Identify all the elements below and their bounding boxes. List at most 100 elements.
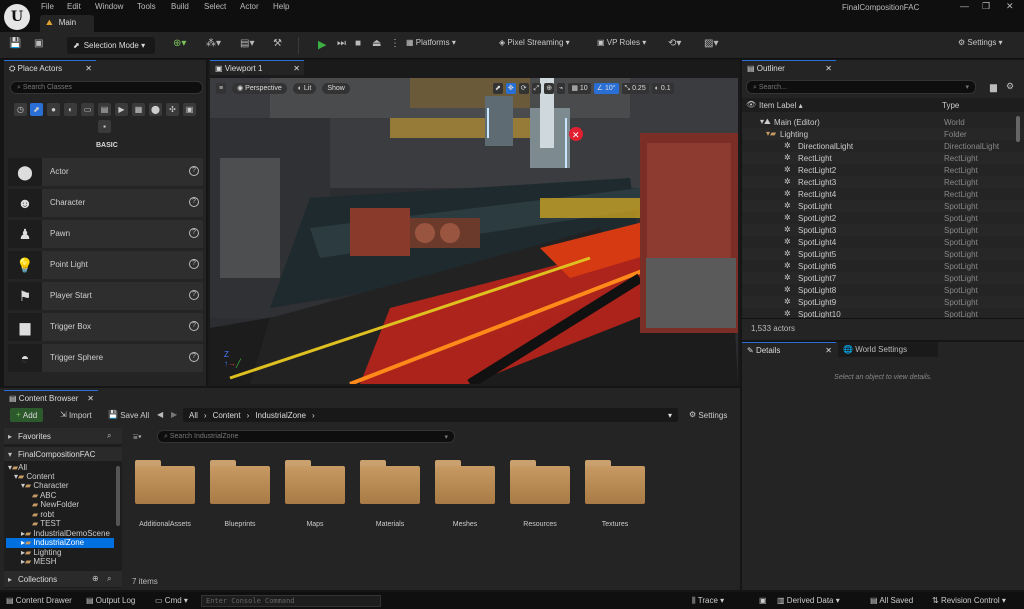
folder-tile[interactable]	[435, 460, 495, 504]
maximize-icon[interactable]: ❐	[982, 1, 990, 12]
perspective-button[interactable]: ◉ Perspective	[232, 82, 287, 94]
close-tab-icon[interactable]: ✕	[293, 64, 300, 73]
breadcrumb-all[interactable]: All	[189, 411, 198, 420]
platforms-button[interactable]: ▦ Platforms ▾	[406, 38, 456, 47]
actor-item-actor[interactable]: ⬤ Actor?	[8, 158, 203, 186]
play-options-icon[interactable]: ⋮	[390, 38, 400, 49]
stop-icon[interactable]: ■	[355, 38, 361, 49]
outliner-row[interactable]: ✲ RectLight3 RectLight	[742, 176, 1024, 188]
menu-actor[interactable]: Actor	[240, 2, 259, 11]
asset-search-input[interactable]: ⌕ Search IndustrialZone ▾	[157, 430, 455, 443]
source-control-icon[interactable]: ▣	[34, 38, 43, 49]
category-cinematic-icon[interactable]: ▭	[81, 103, 94, 116]
category-extra-icon[interactable]: ✣	[166, 103, 179, 116]
tree-item-industrialzone[interactable]: ▸▰ IndustrialZone	[6, 538, 114, 548]
folder-tile[interactable]	[210, 460, 270, 504]
tree-item-mesh[interactable]: ▸▰ MESH	[21, 557, 57, 566]
camera-speed-button[interactable]: ◐ 0.1	[651, 82, 674, 94]
import-button[interactable]: ⇲ Import	[60, 408, 92, 422]
outliner-row[interactable]: ✲ SpotLight6 SpotLight	[742, 260, 1024, 272]
cinematics-icon[interactable]: ▤▾	[240, 38, 254, 49]
outliner-row[interactable]: ✲ SpotLight2 SpotLight	[742, 212, 1024, 224]
outliner-row[interactable]: ✲ SpotLight8 SpotLight	[742, 284, 1024, 296]
folder-tile[interactable]	[135, 460, 195, 504]
viewport-scene[interactable]: ✕ ≡ ◉ Perspective ◐ Lit Show ⬈ ✥ ⟳ ⤢ ⊕ ⌁…	[210, 78, 738, 384]
category-lights-icon[interactable]: ●	[47, 103, 60, 116]
category-basic-icon[interactable]: ⬈	[30, 103, 43, 116]
tree-item-content[interactable]: ▾▰ Content	[14, 472, 54, 481]
console-command-input[interactable]: Enter Console Command	[201, 595, 381, 607]
add-button[interactable]: + Add	[10, 408, 44, 422]
breadcrumb-industrialzone[interactable]: IndustrialZone	[255, 411, 306, 420]
show-button[interactable]: Show	[322, 82, 350, 94]
trace-record-icon[interactable]: ⟲▾	[668, 38, 681, 49]
tab-place-actors[interactable]: ⛭ Place Actors ✕	[4, 60, 96, 75]
outliner-scrollbar[interactable]	[1016, 116, 1020, 142]
filter-icon[interactable]: ⩸▾	[133, 432, 142, 442]
help-icon[interactable]: ?	[189, 228, 199, 238]
column-type[interactable]: Type	[942, 101, 959, 110]
close-tab-icon[interactable]: ✕	[825, 64, 832, 73]
selection-mode-dropdown[interactable]: ⬈ Selection Mode ▾	[67, 37, 155, 54]
outliner-row[interactable]: ✲ DirectionalLight DirectionalLight	[742, 140, 1024, 152]
content-drawer-button[interactable]: ▤ Content Drawer	[6, 596, 72, 605]
world-icon[interactable]: ⊕	[544, 82, 555, 94]
save-icon[interactable]: 💾	[9, 38, 21, 49]
menu-tools[interactable]: Tools	[137, 2, 156, 11]
pixel-streaming-button[interactable]: ◈ Pixel Streaming ▾	[499, 38, 570, 47]
folder-tile[interactable]	[510, 460, 570, 504]
close-icon[interactable]: ✕	[1006, 1, 1014, 12]
actor-item-pawn[interactable]: ♟ Pawn?	[8, 220, 203, 248]
outliner-row[interactable]: ✲ SpotLight7 SpotLight	[742, 272, 1024, 284]
outliner-row[interactable]: ✲ RectLight2 RectLight	[742, 164, 1024, 176]
tab-viewport[interactable]: ▣ Viewport 1 ✕	[210, 60, 304, 75]
tree-item-robt[interactable]: ▰ robt	[32, 510, 54, 519]
unreal-logo-icon[interactable]: U	[4, 4, 30, 30]
grid-snap-button[interactable]: ▦ 10	[568, 82, 591, 94]
close-tab-icon[interactable]: ✕	[87, 394, 94, 403]
category-all-classes-icon[interactable]: ▦	[132, 103, 145, 116]
tree-item-abc[interactable]: ▰ ABC	[32, 491, 56, 500]
trace-button[interactable]: ⫼ Trace ▾	[692, 596, 724, 605]
settings-button[interactable]: ⚙ Settings ▾	[958, 38, 1003, 47]
scale-snap-button[interactable]: ⤡ 0.25	[621, 82, 649, 94]
outliner-row[interactable]: ✲ SpotLight SpotLight	[742, 200, 1024, 212]
outliner-row[interactable]: ✲ SpotLight4 SpotLight	[742, 236, 1024, 248]
category-settings-icon[interactable]: ▪	[98, 120, 111, 133]
close-tab-icon[interactable]: ✕	[85, 64, 92, 73]
category-geometry-icon[interactable]: ⬤	[149, 103, 162, 116]
category-volumes-icon[interactable]: ▶	[115, 103, 128, 116]
menu-window[interactable]: Window	[95, 2, 123, 11]
help-icon[interactable]: ?	[189, 321, 199, 331]
lit-button[interactable]: ◐ Lit	[292, 82, 317, 94]
add-content-icon[interactable]: ⊕▾	[173, 38, 186, 49]
menu-build[interactable]: Build	[171, 2, 189, 11]
play-icon[interactable]: ▶	[318, 38, 326, 51]
actor-item-player-start[interactable]: ⚑ Player Start?	[8, 282, 203, 310]
menu-help[interactable]: Help	[273, 2, 289, 11]
minimize-icon[interactable]: —	[960, 1, 969, 11]
tree-item-character[interactable]: ▾▰ Character	[21, 481, 69, 490]
vp-roles-button[interactable]: ▣ VP Roles ▾	[597, 38, 646, 47]
outliner-row[interactable]: ▾▰ Lighting Folder	[742, 128, 1024, 140]
output-log-button[interactable]: ▤ Output Log	[86, 596, 135, 605]
help-icon[interactable]: ?	[189, 290, 199, 300]
modes-icon[interactable]: ⚒	[273, 38, 282, 49]
outliner-row[interactable]: ✲ RectLight4 RectLight	[742, 188, 1024, 200]
tree-item-test[interactable]: ▰ TEST	[32, 519, 61, 528]
cmd-dropdown[interactable]: ▭ Cmd ▾	[155, 596, 188, 605]
help-icon[interactable]: ?	[189, 352, 199, 362]
collections-header[interactable]: ▸ Collections ⊕ ⌕	[4, 571, 122, 587]
step-icon[interactable]: ⏭	[337, 38, 346, 49]
actor-item-trigger-sphere[interactable]: ◓ Trigger Sphere?	[8, 344, 203, 372]
menu-select[interactable]: Select	[204, 2, 226, 11]
monitor-icon[interactable]: ▣	[759, 596, 767, 605]
multiuser-icon[interactable]: ▨▾	[704, 38, 718, 49]
category-shapes-icon[interactable]: ◐	[64, 103, 77, 116]
rotate-icon[interactable]: ⟳	[518, 82, 529, 94]
folder-tile[interactable]	[585, 460, 645, 504]
tree-item-newfolder[interactable]: ▰ NewFolder	[32, 500, 79, 509]
revision-control-button[interactable]: ⇅ Revision Control ▾	[932, 596, 1006, 605]
column-item-label[interactable]: Item Label ▴	[759, 101, 803, 110]
category-visual-icon[interactable]: ▤	[98, 103, 111, 116]
